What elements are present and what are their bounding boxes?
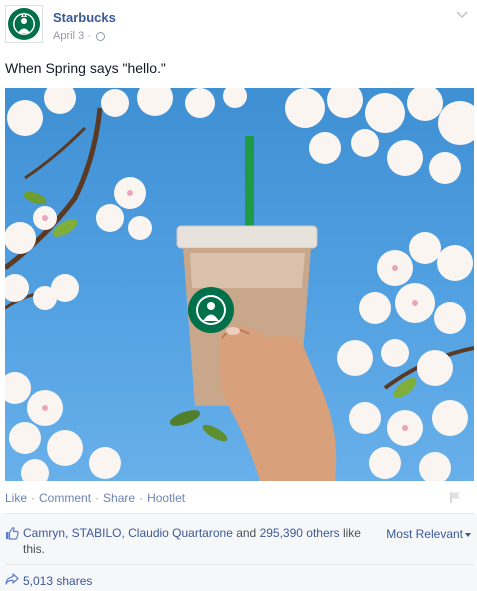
share-link[interactable]: Share xyxy=(103,491,135,505)
action-separator: · xyxy=(31,491,36,505)
sort-label: Most Relevant xyxy=(386,527,463,541)
meta-separator: · xyxy=(87,30,91,42)
post-date[interactable]: April 3 xyxy=(53,30,84,42)
likes-text: Camryn, STABILO, Claudio Quartarone and … xyxy=(23,525,373,557)
comment-link[interactable]: Comment xyxy=(39,491,91,505)
post-actions: Like · Comment · Share · Hootlet xyxy=(5,491,185,505)
globe-icon xyxy=(95,31,105,41)
action-separator: · xyxy=(139,491,144,505)
others-link[interactable]: 295,390 others xyxy=(260,526,340,540)
post-caption: When Spring says "hello." xyxy=(5,60,166,76)
chevron-down-icon[interactable] xyxy=(455,10,469,20)
thumbs-up-icon xyxy=(6,527,19,540)
liker-names[interactable]: Camryn, STABILO, Claudio Quartarone xyxy=(23,526,233,540)
post-photo[interactable] xyxy=(5,88,474,481)
flag-icon[interactable] xyxy=(449,491,462,503)
likes-and: and xyxy=(232,526,260,540)
action-separator: · xyxy=(95,491,100,505)
hootlet-link[interactable]: Hootlet xyxy=(147,491,185,505)
like-link[interactable]: Like xyxy=(5,491,27,505)
starbucks-logo xyxy=(8,8,40,40)
facebook-post: Starbucks April 3 · When Spring says "he… xyxy=(0,0,477,591)
post-meta: April 3 · xyxy=(53,30,105,42)
share-arrow-icon xyxy=(5,573,19,585)
sort-dropdown[interactable]: Most Relevant xyxy=(386,527,471,541)
page-name-link[interactable]: Starbucks xyxy=(53,10,116,25)
caret-down-icon xyxy=(465,532,471,537)
photo-illustration xyxy=(5,88,474,481)
page-avatar[interactable] xyxy=(5,5,43,43)
shares-link[interactable]: 5,013 shares xyxy=(23,574,92,588)
